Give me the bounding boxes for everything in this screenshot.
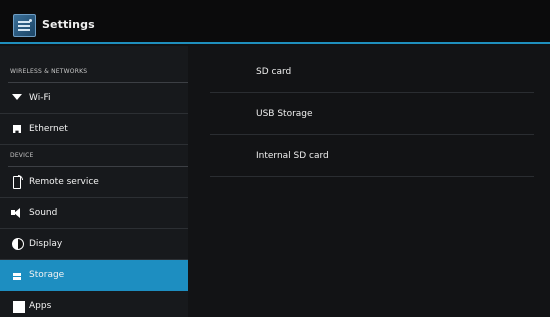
remote-service-icon <box>10 175 24 189</box>
display-icon <box>10 237 24 251</box>
sound-icon <box>10 206 24 220</box>
storage-item-usb-storage[interactable]: USB Storage <box>210 93 534 135</box>
section-header-wireless-networks: WIRELESS & NETWORKS <box>0 61 188 83</box>
sidebar-item-storage[interactable]: Storage <box>0 260 188 291</box>
sidebar-item-label: Storage <box>29 270 65 280</box>
sidebar-item-label: Remote service <box>29 177 99 187</box>
sidebar-item-remote-service[interactable]: Remote service <box>0 167 188 198</box>
action-bar: Settings <box>0 0 550 44</box>
sidebar-item-display[interactable]: Display <box>0 229 188 260</box>
sidebar-item-label: Wi-Fi <box>29 93 51 103</box>
storage-item-sd-card[interactable]: SD card <box>210 51 534 93</box>
sidebar-item-label: Ethernet <box>29 124 68 134</box>
wifi-icon <box>10 91 24 105</box>
sidebar-item-label: Apps <box>29 301 52 311</box>
section-header-device: DEVICE <box>0 145 188 167</box>
storage-item-internal-sd-card[interactable]: Internal SD card <box>210 135 534 177</box>
storage-item-label: Internal SD card <box>256 150 329 161</box>
sidebar-item-sound[interactable]: Sound <box>0 198 188 229</box>
settings-sidebar: WIRELESS & NETWORKS Wi-Fi Ethernet DEVIC… <box>0 46 188 317</box>
storage-list: SD card USB Storage Internal SD card <box>210 51 534 177</box>
settings-app: Settings WIRELESS & NETWORKS Wi-Fi Ether… <box>0 0 550 317</box>
sidebar-item-wifi[interactable]: Wi-Fi <box>0 83 188 114</box>
sidebar-item-label: Sound <box>29 208 58 218</box>
settings-app-icon[interactable] <box>13 14 36 37</box>
apps-icon <box>10 299 25 313</box>
page-title: Settings <box>42 18 95 31</box>
storage-panel: SD card USB Storage Internal SD card <box>188 46 550 317</box>
ethernet-icon <box>10 122 24 136</box>
sidebar-item-label: Display <box>29 239 63 249</box>
sidebar-item-apps[interactable]: Apps <box>0 291 188 317</box>
storage-item-label: SD card <box>256 66 292 77</box>
storage-icon <box>10 268 24 282</box>
sidebar-item-ethernet[interactable]: Ethernet <box>0 114 188 145</box>
storage-item-label: USB Storage <box>256 108 313 119</box>
